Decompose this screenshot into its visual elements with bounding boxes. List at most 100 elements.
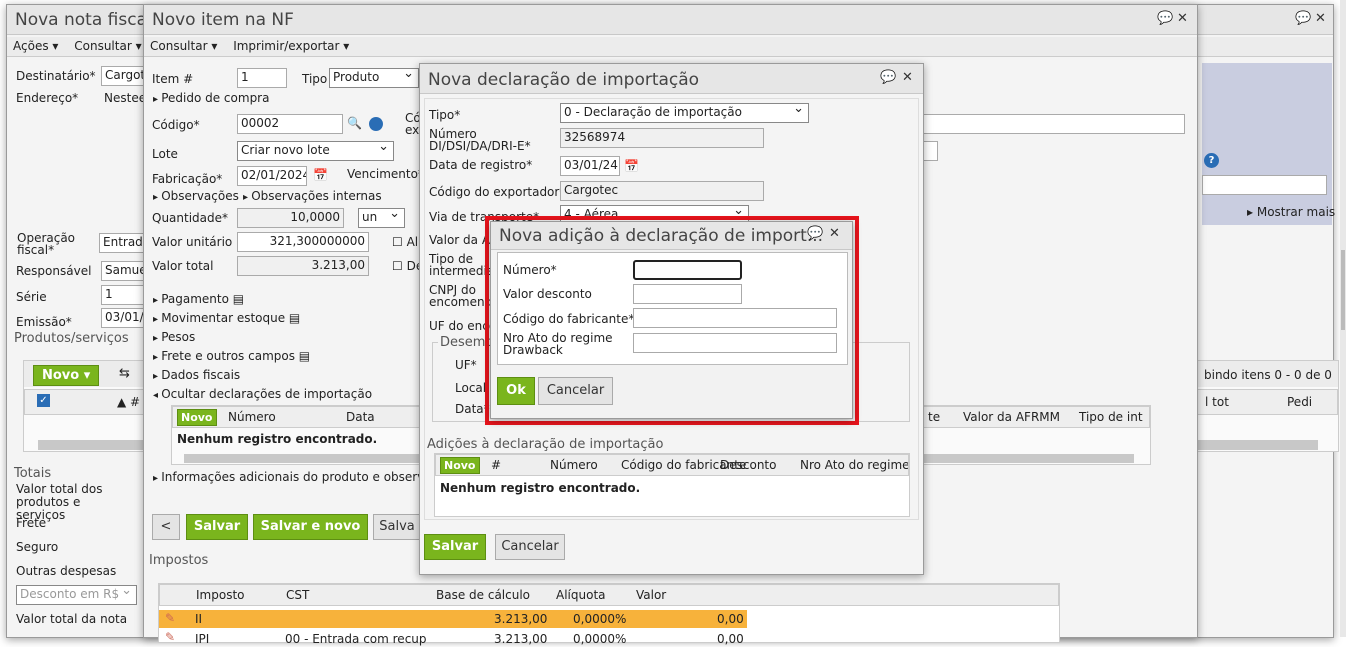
di-exportador-label: Código do exportador* (429, 185, 566, 199)
adicao-desconto-label: Valor desconto (503, 287, 592, 301)
adicao-numero-field[interactable] (633, 260, 742, 280)
help-icon[interactable]: ? (1204, 153, 1219, 168)
col-numero: Número (550, 458, 598, 472)
responsavel-label: Responsável (16, 264, 92, 278)
back-button[interactable]: < (152, 514, 180, 540)
menu-imprimir[interactable]: Imprimir/exportar ▾ (227, 37, 355, 55)
menu-acoes[interactable]: Ações ▾ (7, 37, 64, 55)
chat-icon[interactable]: 💬 (807, 226, 823, 241)
col-nro-ato: Nro Ato do regime (800, 458, 909, 472)
row-valor: 0,00 (717, 632, 744, 646)
nf-right-input[interactable] (1202, 175, 1327, 195)
calendar-icon[interactable]: 📅 (313, 168, 328, 182)
select-all-checkbox[interactable]: ✓ (37, 394, 50, 407)
sort-icon[interactable]: ▲ # (117, 395, 140, 409)
novo-adicao-button[interactable]: Novo (440, 457, 480, 474)
mostrar-mais[interactable]: ▸ Mostrar mais (1247, 205, 1335, 219)
close-icon[interactable]: ✕ (902, 70, 913, 85)
chat-icon[interactable]: 💬 (1295, 11, 1311, 26)
adicao-fabricante-field[interactable] (633, 308, 837, 328)
right-field-2[interactable] (923, 141, 938, 161)
imposto-row[interactable]: ✎ IPI 00 - Entrada com recup 3.213,00 0,… (159, 629, 747, 647)
adicao-drawback-field[interactable] (633, 333, 837, 353)
close-icon[interactable]: ✕ (829, 226, 840, 241)
observacoes-internas[interactable]: Observações internas (243, 189, 381, 203)
valor-unitario-field[interactable]: 321,300000000 (237, 232, 369, 252)
col-aliquota: Alíquota (556, 588, 606, 602)
codigo-field[interactable]: 00002 (237, 114, 343, 134)
col-numero: Número (228, 410, 276, 424)
observacoes[interactable]: Observações (153, 189, 239, 203)
desconto-select[interactable]: Desconto em R$ (16, 585, 137, 605)
col-pedi: Pedi (1287, 395, 1313, 409)
ocultar-declaracoes[interactable]: Ocultar declarações de importação (153, 387, 372, 401)
pedido-compra[interactable]: Pedido de compra (153, 91, 269, 105)
di-numero-field[interactable]: 32568974 (560, 128, 764, 148)
lote-select[interactable]: Criar novo lote (237, 141, 394, 161)
operacao-label: Operação fiscal* (17, 231, 76, 257)
search-icon[interactable]: 🔍 (347, 116, 362, 130)
right-field[interactable] (923, 114, 1185, 134)
novo-declaracao-button[interactable]: Novo (177, 409, 217, 426)
col-te: te (928, 410, 941, 424)
quantidade-field[interactable]: 10,0000 (237, 208, 344, 228)
outras-label: Outras despesas (16, 564, 117, 578)
fabricacao-field[interactable]: 02/01/2024 (237, 166, 307, 186)
col-afrmm: Valor da AFRMM (963, 410, 1060, 424)
close-icon[interactable]: ✕ (1315, 11, 1326, 26)
info-icon[interactable] (369, 117, 383, 131)
col-tipo-int: Tipo de int (1079, 410, 1143, 424)
operacao-field[interactable]: Entrada (99, 233, 149, 253)
tipo-select[interactable]: Produto (329, 68, 419, 88)
di-cancelar-button[interactable]: Cancelar (495, 534, 565, 560)
page-scrollbar-thumb[interactable] (1341, 250, 1345, 330)
nenhum-registro: Nenhum registro encontrado. (440, 481, 641, 495)
adicao-titlebar[interactable]: Nova adição à declaração de import... 💬 … (491, 222, 852, 250)
di-title: Nova declaração de importação (428, 70, 700, 90)
codigo-label: Código* (152, 118, 200, 132)
item-field[interactable]: 1 (237, 68, 287, 88)
di-data-label: Data de registro* (429, 158, 533, 172)
di-data-field[interactable]: 03/01/24 (560, 156, 620, 176)
di-titlebar[interactable]: Nova declaração de importação 💬 ✕ (420, 64, 923, 94)
refresh-icon[interactable]: ⇆ (119, 366, 130, 381)
close-icon[interactable]: ✕ (1177, 11, 1188, 26)
col-cst: CST (286, 588, 310, 602)
calendar-icon[interactable]: 📅 (624, 159, 639, 173)
pesos-section[interactable]: Pesos (153, 330, 195, 344)
menu-consultar[interactable]: Consultar ▾ (68, 37, 147, 55)
al-trunc[interactable]: ☐ Al (392, 235, 418, 249)
adicao-cancelar-button[interactable]: Cancelar (538, 377, 613, 405)
salvar-button[interactable]: Salvar (186, 514, 248, 540)
edit-icon[interactable]: ✎ (165, 611, 175, 625)
quantidade-label: Quantidade* (152, 211, 229, 225)
edit-icon[interactable]: ✎ (165, 630, 175, 644)
chat-icon[interactable]: 💬 (1157, 11, 1173, 26)
destinatario-label: Destinatário* (16, 69, 96, 83)
salvar-novo-button[interactable]: Salvar e novo (253, 514, 368, 540)
item-title: Novo item na NF (152, 10, 294, 30)
adicao-fabricante-label: Código do fabricante* (503, 312, 635, 326)
di-exportador-field[interactable]: Cargotec (560, 181, 764, 201)
impostos-label: Impostos (149, 553, 209, 568)
pagamento-section[interactable]: Pagamento ▤ (153, 292, 244, 306)
info-adicionais[interactable]: Informações adicionais do produto e obse… (153, 470, 445, 484)
di-salvar-button[interactable]: Salvar (424, 534, 486, 560)
desemb-local-label: Local (455, 381, 487, 395)
unidade-select[interactable]: un (358, 208, 405, 228)
salvar-trunc-button[interactable]: Salva (373, 514, 421, 540)
col-desconto: Desconto (720, 458, 777, 472)
frete-section[interactable]: Frete e outros campos ▤ (153, 349, 310, 363)
ok-button[interactable]: Ok (497, 377, 535, 405)
movimentar-section[interactable]: Movimentar estoque ▤ (153, 311, 300, 325)
menu-consultar[interactable]: Consultar ▾ (144, 37, 223, 55)
novo-produto-button[interactable]: Novo ▾ (33, 365, 100, 386)
adicao-desconto-field[interactable] (633, 284, 742, 304)
dados-fiscais-section[interactable]: Dados fiscais (153, 368, 240, 382)
adicao-numero-label: Número* (503, 263, 557, 277)
item-titlebar[interactable]: Novo item na NF 💬 ✕ (144, 5, 1197, 35)
nenhum-registro: Nenhum registro encontrado. (177, 432, 378, 446)
chat-icon[interactable]: 💬 (880, 70, 896, 85)
di-tipo-select[interactable]: 0 - Declaração de importação (560, 103, 809, 123)
imposto-row[interactable]: ✎ II 3.213,00 0,0000% 0,00 (159, 610, 747, 628)
